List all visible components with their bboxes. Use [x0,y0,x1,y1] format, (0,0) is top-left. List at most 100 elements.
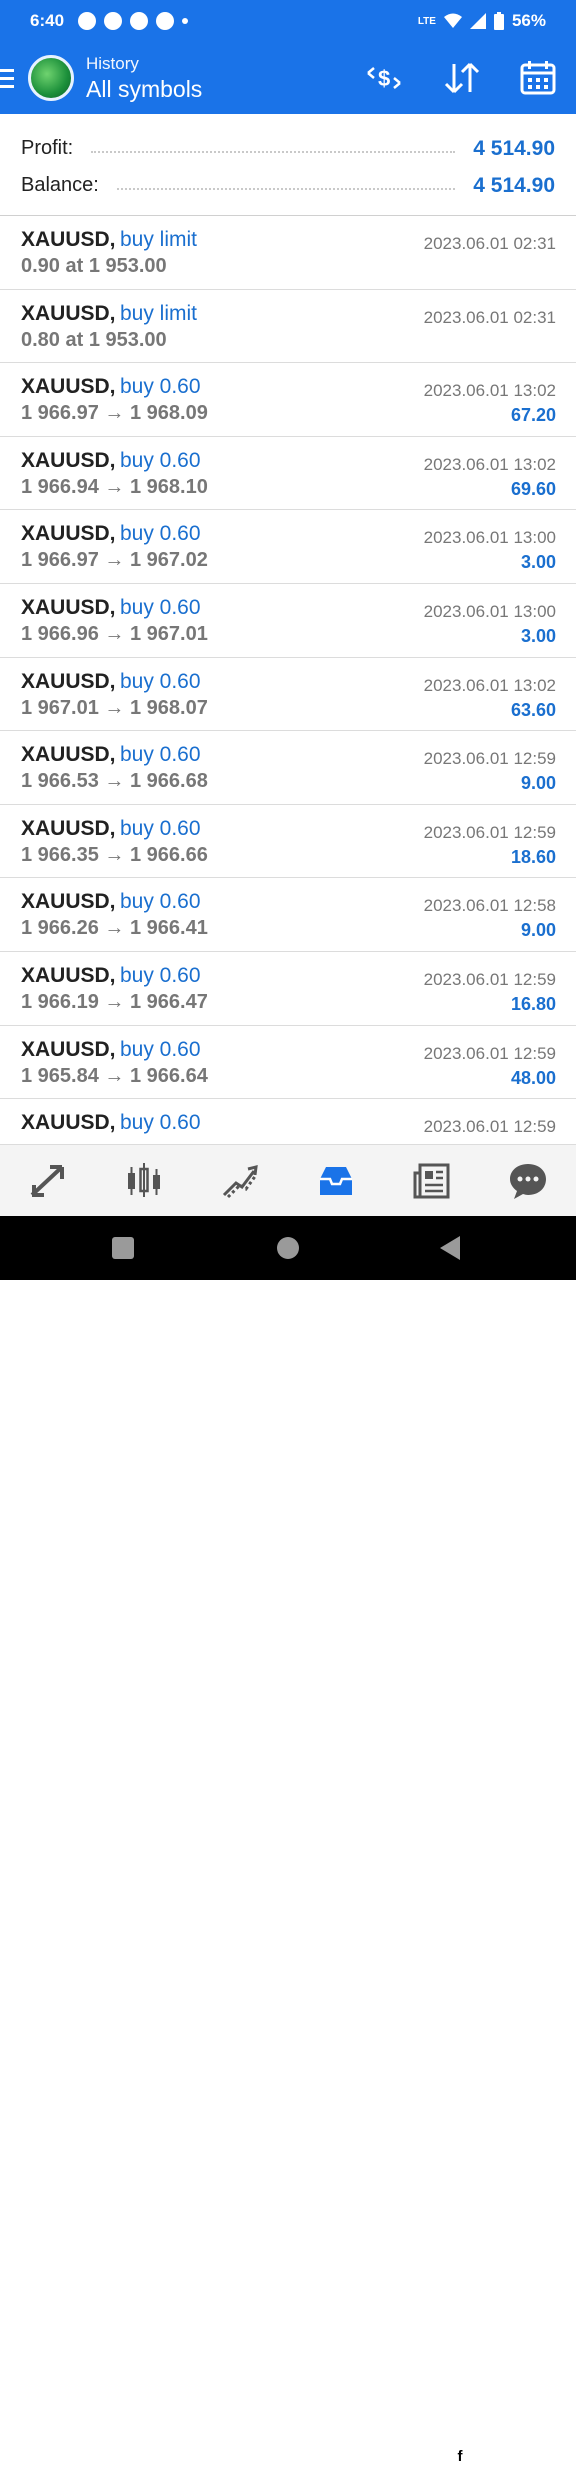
row-type: buy limit [119,228,197,251]
nav-news[interactable] [410,1159,454,1203]
toolbar-titles: History All symbols [86,54,202,103]
signal-icon [469,13,486,29]
trade-icon [222,1164,258,1198]
dotted-leader [116,187,456,190]
row-profit: 9.00 [520,773,556,794]
row-symbol: XAUUSD, [21,375,116,399]
row-type: buy 0.60 [119,743,201,767]
row-profit: 69.60 [510,478,556,499]
row-profit: 16.80 [510,993,556,1014]
row-prices: 1 966.35 → 1 966.66 [21,843,208,866]
news-icon [413,1163,450,1198]
row-date: 2023.06.01 13:02 [423,454,556,474]
network-tree-icon [104,12,123,30]
row-date: 2023.06.01 13:02 [423,381,556,401]
row-type: buy 0.60 [119,669,201,693]
row-date: 2023.06.01 12:59 [423,1043,556,1063]
row-profit: 9.00 [520,920,556,941]
nav-chat[interactable] [506,1159,550,1203]
row-type: buy 0.60 [119,375,201,399]
row-profit: 18.60 [510,846,556,867]
svg-text:$: $ [378,66,390,91]
row-profit: 3.00 [520,552,556,573]
history-row[interactable]: XAUUSD, buy 0.60 1 967.01 → 1 968.07 2023.… [0,658,576,732]
row-symbol: XAUUSD, [21,743,116,767]
row-prices: 1 965.84 → 1 966.64 [21,1064,208,1087]
row-type: buy 0.60 [119,1037,201,1061]
watermark-text: @Hong fx [474,2444,573,2469]
status-time: 6:40 [30,11,65,30]
toolbar-title[interactable]: All symbols [86,76,202,103]
row-date: 2023.06.01 12:59 [423,822,556,842]
whatsapp-icon [130,12,149,30]
row-symbol: XAUUSD, [21,963,116,987]
history-row[interactable]: XAUUSD, buy 0.60 1 966.35 → 1 966.66 2023.… [0,805,576,879]
row-symbol: XAUUSD, [21,1037,116,1061]
recents-icon[interactable] [112,1237,134,1259]
row-symbol: XAUUSD, [21,448,116,472]
row-date: 2023.06.01 12:58 [423,896,556,916]
row-prices: 1 966.97 → 1 967.02 [21,549,208,572]
history-row[interactable]: XAUUSD, buy 0.60 1 966.26 → 1 966.41 2023.… [0,878,576,952]
history-row[interactable]: XAUUSD, buy limit 0.90 at 1 953.00 2023.06… [0,216,576,290]
telegram-icon [78,12,97,30]
row-type: buy 0.60 [119,890,201,914]
row-date: 2023.06.01 02:31 [423,307,556,327]
deposit-withdraw-icon[interactable]: $ [364,63,404,93]
dotted-leader [91,150,456,153]
facebook-icon: f [450,2447,470,2467]
calendar-icon[interactable] [520,60,556,96]
history-row[interactable]: XAUUSD, buy 0.60 1 965.84 → 1 966.64 2023.… [0,1026,576,1100]
row-prices: 1 966.97 → 1 968.09 [21,402,208,425]
quotes-icon [30,1164,64,1197]
history-row[interactable]: XAUUSD, buy 0.60 2023.06.01 12:59 [0,1099,576,1144]
row-prices: 1 967.01 → 1 968.07 [21,696,208,719]
row-date: 2023.06.01 13:00 [423,601,556,621]
battery-icon [493,12,504,30]
row-date: 2023.06.01 13:02 [423,675,556,695]
history-row[interactable]: XAUUSD, buy 0.60 1 966.96 → 1 967.01 2023.… [0,584,576,658]
nav-trade[interactable] [218,1159,262,1203]
row-type: buy 0.60 [119,963,201,987]
nav-history[interactable] [314,1159,358,1203]
nav-chart[interactable] [122,1159,166,1203]
row-symbol: XAUUSD, [21,816,116,840]
row-symbol: XAUUSD, [21,595,116,619]
row-prices: 0.90 at 1 953.00 [21,255,167,277]
row-prices: 1 966.53 → 1 966.68 [21,770,208,793]
history-row[interactable]: XAUUSD, buy 0.60 1 966.94 → 1 968.10 2023.… [0,437,576,511]
row-symbol: XAUUSD, [21,1111,116,1135]
sort-icon[interactable] [442,62,482,94]
profit-row: Profit: 4 514.90 [21,130,555,167]
history-row[interactable]: XAUUSD, buy 0.60 1 966.53 → 1 966.68 2023.… [0,731,576,805]
battery-level: 56% [511,11,546,30]
home-icon[interactable] [277,1237,299,1259]
toolbar-actions: $ [364,60,556,96]
app-toolbar: History All symbols $ [0,42,576,114]
history-row[interactable]: XAUUSD, buy 0.60 1 966.19 → 1 966.47 2023.… [0,952,576,1026]
history-row[interactable]: XAUUSD, buy limit 0.80 at 1 953.00 2023.06… [0,290,576,364]
row-symbol: XAUUSD, [21,669,116,693]
row-type: buy 0.60 [119,522,201,546]
row-symbol: XAUUSD, [21,228,116,251]
profit-value: 4 514.90 [473,136,555,160]
row-symbol: XAUUSD, [21,522,116,546]
menu-icon[interactable] [0,68,20,88]
row-date: 2023.06.01 12:59 [423,1117,556,1137]
history-list[interactable]: XAUUSD, buy limit 0.90 at 1 953.00 2023.06… [0,216,576,1144]
nav-quotes[interactable] [26,1159,70,1203]
row-prices: 1 966.96 → 1 967.01 [21,622,208,645]
wifi-icon [443,13,462,28]
row-profit: 48.00 [510,1067,556,1088]
row-prices: 1 966.19 → 1 966.47 [21,990,208,1013]
history-row[interactable]: XAUUSD, buy 0.60 1 966.97 → 1 967.02 2023.… [0,510,576,584]
system-nav-bar: f @Hong fx [0,1216,576,2469]
history-row[interactable]: XAUUSD, buy 0.60 1 966.97 → 1 968.09 2023.… [0,363,576,437]
row-type: buy 0.60 [119,448,201,472]
row-symbol: XAUUSD, [21,890,116,914]
profit-label: Profit: [21,137,74,159]
history-icon [320,1166,352,1195]
row-type: buy 0.60 [119,1111,201,1135]
toolbar-subtitle: History [86,53,139,73]
back-icon[interactable] [440,1236,460,1260]
